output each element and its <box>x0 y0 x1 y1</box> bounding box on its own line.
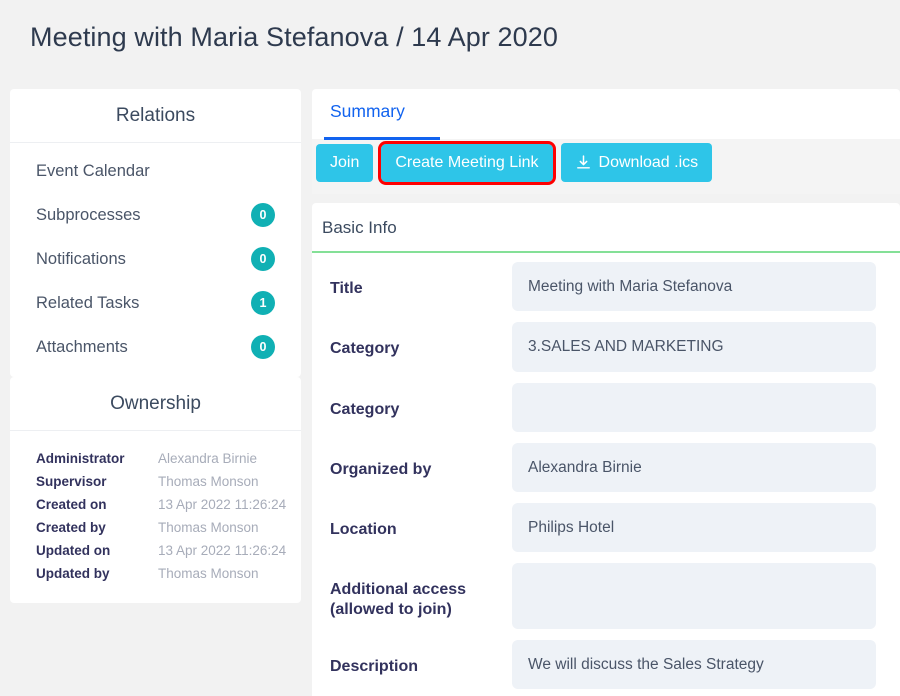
ownership-value: Thomas Monson <box>158 520 259 535</box>
ownership-key: Supervisor <box>36 474 158 489</box>
sidebar-item-label: Attachments <box>36 338 128 357</box>
sidebar-item-label: Event Calendar <box>36 162 150 181</box>
ownership-value: 13 Apr 2022 11:26:24 <box>158 497 286 512</box>
field-row-organized-by: Organized by Alexandra Birnie <box>312 443 900 503</box>
ownership-row-created-on: Created on 13 Apr 2022 11:26:24 <box>10 493 301 516</box>
ownership-row-administrator: Administrator Alexandra Birnie <box>10 447 301 470</box>
location-field[interactable]: Philips Hotel <box>512 503 876 552</box>
sidebar-item-related-tasks[interactable]: Related Tasks 1 <box>10 281 301 325</box>
title-field[interactable]: Meeting with Maria Stefanova <box>512 262 876 311</box>
field-row-title: Title Meeting with Maria Stefanova <box>312 262 900 322</box>
tab-bar: Summary <box>312 89 900 139</box>
ownership-header: Ownership <box>10 377 301 431</box>
join-button[interactable]: Join <box>316 144 373 182</box>
ownership-row-created-by: Created by Thomas Monson <box>10 516 301 539</box>
create-meeting-link-label: Create Meeting Link <box>395 155 538 171</box>
relations-badge: 0 <box>251 335 275 359</box>
ownership-list: Administrator Alexandra Birnie Superviso… <box>10 431 301 603</box>
download-ics-label: Download .ics <box>599 155 699 171</box>
category-field-2[interactable] <box>512 383 876 432</box>
ownership-key: Updated on <box>36 543 158 558</box>
field-row-location: Location Philips Hotel <box>312 503 900 563</box>
organized-by-field[interactable]: Alexandra Birnie <box>512 443 876 492</box>
description-field[interactable]: We will discuss the Sales Strategy <box>512 640 876 689</box>
left-sidebar: Relations Event Calendar Subprocesses 0 … <box>10 89 301 603</box>
field-row-category-1: Category 3.SALES AND MARKETING <box>312 322 900 382</box>
basic-info-card: Basic Info Title Meeting with Maria Stef… <box>312 203 900 696</box>
download-ics-button[interactable]: Download .ics <box>561 143 713 182</box>
sidebar-item-label: Related Tasks <box>36 294 139 313</box>
field-label: Organized by <box>330 443 512 480</box>
basic-info-fields: Title Meeting with Maria Stefanova Categ… <box>312 253 900 696</box>
download-icon <box>575 154 592 171</box>
main-content: Summary Join Create Meeting Link Downloa… <box>312 89 900 696</box>
field-label: Description <box>330 640 512 677</box>
action-toolbar: Join Create Meeting Link Download .ics <box>312 139 900 194</box>
relations-panel: Relations Event Calendar Subprocesses 0 … <box>10 89 301 377</box>
field-label: Location <box>330 503 512 540</box>
ownership-value: Alexandra Birnie <box>158 451 257 466</box>
field-row-description: Description We will discuss the Sales St… <box>312 640 900 696</box>
tab-active-indicator <box>324 137 440 140</box>
sidebar-item-event-calendar[interactable]: Event Calendar <box>10 149 301 193</box>
field-label: Additional access (allowed to join) <box>330 563 512 621</box>
relations-header: Relations <box>10 89 301 143</box>
ownership-row-updated-on: Updated on 13 Apr 2022 11:26:24 <box>10 539 301 562</box>
basic-info-header: Basic Info <box>312 203 900 253</box>
field-row-category-2: Category <box>312 383 900 443</box>
tab-summary[interactable]: Summary <box>312 101 423 135</box>
ownership-key: Administrator <box>36 451 158 466</box>
sidebar-item-notifications[interactable]: Notifications 0 <box>10 237 301 281</box>
sidebar-item-subprocesses[interactable]: Subprocesses 0 <box>10 193 301 237</box>
field-label: Category <box>330 383 512 420</box>
ownership-value: 13 Apr 2022 11:26:24 <box>158 543 286 558</box>
field-label: Title <box>330 262 512 299</box>
relations-badge: 1 <box>251 291 275 315</box>
field-label: Category <box>330 322 512 359</box>
relations-list: Event Calendar Subprocesses 0 Notificati… <box>10 143 301 377</box>
field-row-additional-access: Additional access (allowed to join) <box>312 563 900 640</box>
category-field-1[interactable]: 3.SALES AND MARKETING <box>512 322 876 371</box>
additional-access-field[interactable] <box>512 563 876 629</box>
ownership-row-supervisor: Supervisor Thomas Monson <box>10 470 301 493</box>
ownership-key: Created on <box>36 497 158 512</box>
join-button-label: Join <box>330 155 359 171</box>
sidebar-item-attachments[interactable]: Attachments 0 <box>10 325 301 369</box>
sidebar-item-label: Subprocesses <box>36 206 141 225</box>
sidebar-item-label: Notifications <box>36 250 126 269</box>
relations-badge: 0 <box>251 203 275 227</box>
ownership-key: Updated by <box>36 566 158 581</box>
page-title: Meeting with Maria Stefanova / 14 Apr 20… <box>30 22 558 53</box>
ownership-value: Thomas Monson <box>158 474 259 489</box>
ownership-key: Created by <box>36 520 158 535</box>
ownership-row-updated-by: Updated by Thomas Monson <box>10 562 301 585</box>
ownership-panel: Ownership Administrator Alexandra Birnie… <box>10 377 301 603</box>
create-meeting-link-button[interactable]: Create Meeting Link <box>381 144 552 182</box>
relations-badge: 0 <box>251 247 275 271</box>
ownership-value: Thomas Monson <box>158 566 259 581</box>
